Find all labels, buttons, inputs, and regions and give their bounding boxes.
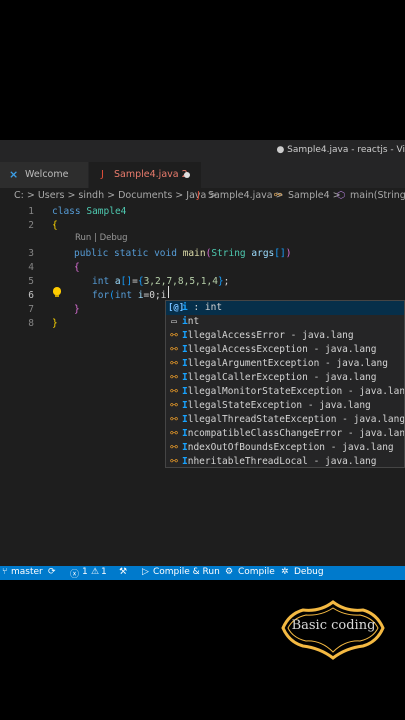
warning-count[interactable]: 1 [101, 567, 107, 577]
class-icon: ⚯ [170, 373, 178, 383]
branch-icon: ⑂ [2, 567, 8, 577]
suggestion-item[interactable]: ▭ int [166, 315, 404, 329]
brace: } [74, 304, 80, 315]
suggestion-item[interactable]: ⚯ IllegalAccessException - java.lang [166, 343, 404, 357]
class-icon: ⚯ [170, 457, 178, 467]
vscode-icon: ⨯ [9, 168, 19, 181]
tab-bar: ⨯ Welcome J Sample4.java 2 [0, 162, 405, 188]
brace: } [52, 318, 58, 329]
class-icon: ⚯ [170, 415, 178, 425]
tab-welcome[interactable]: ⨯ Welcome [0, 162, 88, 188]
method-icon: ⬡ [337, 190, 346, 201]
bug-icon: ✲ [281, 567, 289, 577]
line-number: 5 [28, 276, 34, 287]
status-bar: ⑂ master ⟳ ⓧ 1 ⚠ 1 ⚒ ▷ Compile & Run ⚙ C… [0, 566, 405, 580]
class-icon: ⚯ [170, 359, 178, 369]
line-number: 6 [28, 290, 34, 301]
suggestion-widget: [@] i : int ▭ int ⚯ IllegalAccessError -… [165, 300, 405, 468]
code-line: 5 int a[]={3,2,7,8,5,1,4}; [0, 276, 405, 290]
logo-text: Basic coding [291, 618, 376, 633]
line-number: 3 [28, 248, 34, 259]
suggestion-item[interactable]: ⚯ IndexOutOfBoundsException - java.lang [166, 441, 404, 455]
debug-button[interactable]: Debug [294, 567, 324, 577]
class-icon: ⚯ [274, 190, 282, 201]
suggestion-item[interactable]: ⚯ InheritableThreadLocal - java.lang [166, 455, 404, 467]
class-icon: ⚯ [170, 331, 178, 341]
java-file-icon: J [197, 190, 200, 201]
type-name: String [211, 248, 246, 259]
run-debug-codelens[interactable]: Run | Debug [75, 233, 128, 243]
code-text: =0;i [143, 290, 167, 301]
numbers: 3,2,7,8,5,1,4 [143, 276, 218, 287]
class-icon: ⚯ [170, 429, 178, 439]
line-number: 4 [28, 262, 34, 273]
suggestion-item[interactable]: ⚯ IllegalCallerException - java.lang [166, 371, 404, 385]
text-cursor [168, 286, 169, 298]
class-name: Sample4 [86, 206, 127, 217]
breadcrumb-method[interactable]: main(String[] [350, 190, 405, 201]
code-line: 3 public static void main(String args[]) [0, 248, 405, 262]
suggestion-item[interactable]: ⚯ IllegalMonitorStateException - java.la… [166, 385, 404, 399]
suggestion-item[interactable]: ⚯ IncompatibleClassChangeError - java.la… [166, 427, 404, 441]
class-icon: ⚯ [170, 387, 178, 397]
line-number: 7 [28, 304, 34, 315]
line-number: 2 [28, 220, 34, 231]
suggestion-item[interactable]: ⚯ IllegalStateException - java.lang [166, 399, 404, 413]
compile-run-button[interactable]: Compile & Run [153, 567, 220, 577]
breadcrumb-path[interactable]: C: > Users > sindh > Documents > Java > [14, 190, 217, 201]
variable-icon: [@] [168, 303, 185, 313]
breadcrumb-file[interactable]: Sample4.java > [208, 190, 284, 201]
vscode-window: ● Sample4.java - reactjs - Vi ⨯ Welcome … [0, 140, 405, 580]
brace: { [52, 220, 58, 231]
compile-button[interactable]: Compile [238, 567, 275, 577]
branch-label[interactable]: master [11, 567, 43, 577]
title-bar: ● Sample4.java - reactjs - Vi [0, 140, 405, 162]
basic-coding-logo: Basic coding [281, 600, 386, 660]
suggestion-item[interactable]: [@] i : int [166, 301, 404, 315]
method-name: main [182, 248, 206, 259]
suggestion-item[interactable]: ⚯ IllegalThreadStateException - java.lan… [166, 413, 404, 427]
breadcrumb-class[interactable]: Sample4 > [288, 190, 341, 201]
breadcrumb: C: > Users > sindh > Documents > Java > … [0, 188, 405, 206]
keyword: int [92, 276, 110, 287]
suggestion-item[interactable]: ⚯ IllegalArgumentException - java.lang [166, 357, 404, 371]
sync-icon[interactable]: ⟳ [48, 567, 56, 577]
code-line: 1 class Sample4 [0, 206, 405, 220]
keyword: int [114, 290, 133, 301]
unsaved-dot-icon[interactable] [184, 172, 190, 178]
error-count[interactable]: 1 [82, 567, 88, 577]
paren: ) [285, 248, 292, 259]
keyword-icon: ▭ [171, 317, 177, 327]
brackets: [] [274, 248, 286, 259]
java-file-icon: J [101, 169, 104, 180]
brace: { [74, 262, 80, 273]
window-title: ● Sample4.java - reactjs - Vi [276, 145, 405, 155]
warning-icon: ⚠ [91, 567, 100, 577]
tab-label: Welcome [25, 169, 69, 180]
suggestion-item[interactable]: ⚯ IllegalAccessError - java.lang [166, 329, 404, 343]
keyword: for [92, 290, 110, 301]
class-icon: ⚯ [170, 345, 178, 355]
error-icon: ⓧ [70, 570, 80, 580]
param-name: args [251, 248, 275, 259]
class-icon: ⚯ [170, 443, 178, 453]
tab-label: Sample4.java 2 [114, 169, 188, 180]
lightbulb-icon[interactable] [53, 287, 61, 297]
brackets: [] [120, 276, 133, 287]
tools-icon[interactable]: ⚒ [119, 567, 127, 577]
play-icon: ▷ [142, 567, 149, 577]
class-icon: ⚯ [170, 401, 178, 411]
keyword: class [52, 206, 81, 217]
keyword: public static void [74, 248, 177, 259]
tab-sample4-java[interactable]: J Sample4.java 2 [89, 162, 201, 188]
line-number: 1 [28, 206, 34, 217]
code-line: 2 { [0, 220, 405, 234]
line-number: 8 [28, 318, 34, 329]
semicolon: ; [223, 276, 230, 287]
gear-icon: ⚙ [225, 567, 234, 577]
code-line: 4 { [0, 262, 405, 276]
